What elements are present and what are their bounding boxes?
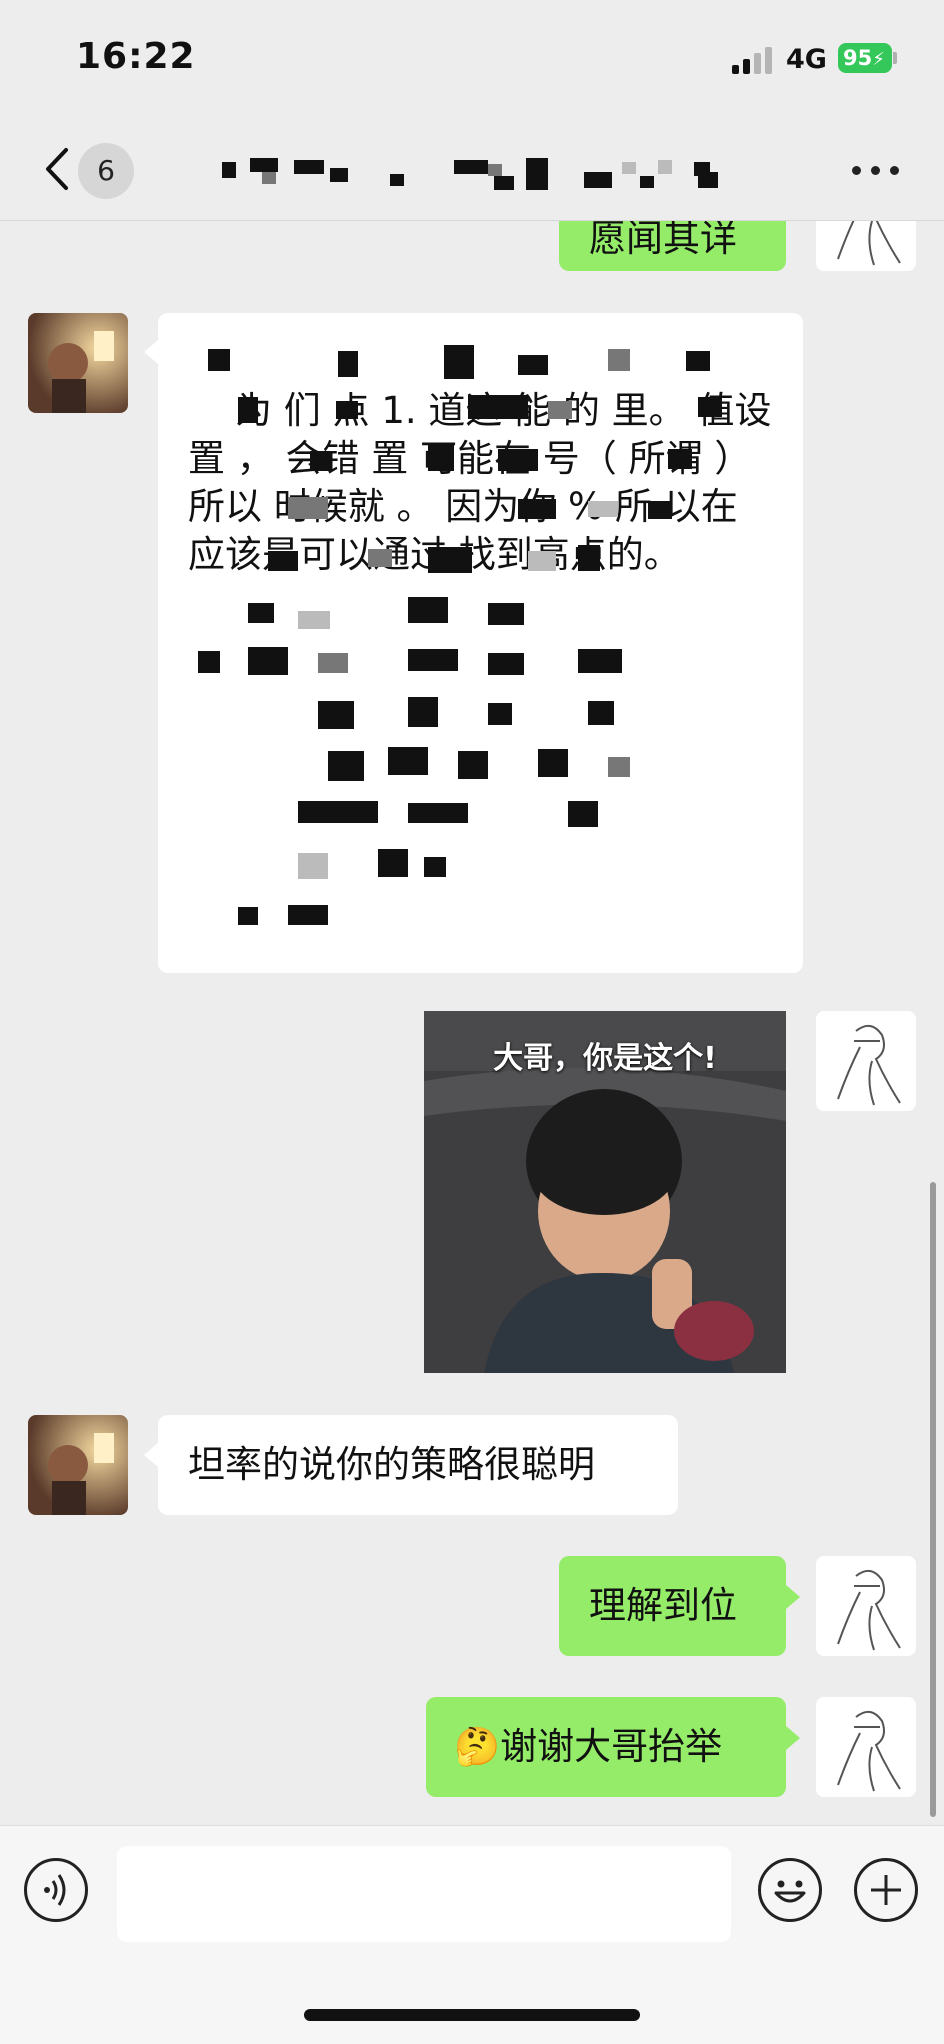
message-bubble-outgoing[interactable]: 愿闻其详	[559, 221, 786, 271]
message-bubble-outgoing[interactable]: 理解到位	[559, 1556, 786, 1656]
home-indicator[interactable]	[304, 2009, 640, 2021]
message-text: 谢谢大哥抬举	[500, 1725, 723, 1768]
bubble-tail	[786, 1726, 800, 1750]
message-redaction	[188, 341, 778, 941]
chevron-left-icon[interactable]	[40, 144, 80, 194]
battery-level: 95	[843, 46, 873, 70]
message-bubble-outgoing[interactable]: 🤔谢谢大哥抬举	[426, 1697, 786, 1797]
self-avatar[interactable]	[816, 1697, 916, 1797]
status-time: 16:22	[76, 36, 196, 77]
bubble-tail	[144, 340, 158, 364]
self-avatar[interactable]	[816, 221, 916, 271]
bubble-tail	[786, 1585, 800, 1609]
thinking-face-icon: 🤔	[454, 1725, 501, 1768]
bubble-tail	[144, 1443, 158, 1467]
chat-nav-bar: 6	[0, 120, 944, 221]
message-text: 坦率的说你的策略很聪明	[188, 1443, 595, 1486]
message-input[interactable]	[117, 1846, 731, 1942]
message-list[interactable]: 愿闻其详 为 们 点 1. 道这 能 的 里。 值设 置 ， 会错 置 可能在 …	[0, 221, 944, 1825]
self-avatar[interactable]	[816, 1011, 916, 1111]
title-redaction	[222, 158, 742, 192]
battery-icon: 95⚡	[838, 43, 892, 73]
contact-avatar[interactable]	[28, 313, 128, 413]
voice-icon[interactable]	[24, 1858, 88, 1922]
unread-count-badge[interactable]: 6	[78, 143, 134, 199]
message-text: 愿闻其详	[589, 221, 737, 260]
message-text: 理解到位	[589, 1584, 737, 1627]
more-dots-icon[interactable]	[852, 166, 900, 176]
input-bar	[0, 1825, 944, 2044]
network-type: 4G	[786, 44, 827, 75]
signal-icon	[732, 46, 776, 74]
status-bar: 16:22 4G 95⚡	[0, 0, 944, 120]
scrollbar[interactable]	[930, 1182, 936, 1817]
emoji-icon[interactable]	[758, 1858, 822, 1922]
self-avatar[interactable]	[816, 1556, 916, 1656]
message-bubble-incoming[interactable]: 坦率的说你的策略很聪明	[158, 1415, 678, 1515]
plus-icon[interactable]	[854, 1858, 918, 1922]
battery-cap	[893, 52, 897, 64]
sticker-image[interactable]: 大哥，你是这个!	[424, 1011, 786, 1373]
sticker-caption: 大哥，你是这个!	[493, 1041, 717, 1076]
contact-avatar[interactable]	[28, 1415, 128, 1515]
